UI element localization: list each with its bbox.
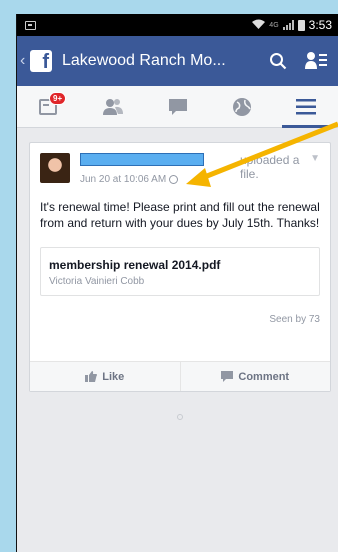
- tab-notifications[interactable]: 9+: [17, 86, 81, 127]
- menu-icon: [295, 98, 316, 114]
- seen-by-count[interactable]: Seen by 73: [30, 296, 330, 325]
- facebook-logo-icon[interactable]: f: [30, 50, 52, 72]
- comment-label: Comment: [238, 370, 290, 383]
- post-timestamp[interactable]: Jun 20 at 10:06 AM: [80, 174, 166, 185]
- search-icon[interactable]: [264, 47, 292, 75]
- clock: 3:53: [308, 18, 332, 32]
- messages-icon: [168, 98, 187, 115]
- phone-screen: 4G 3:53 ‹ f Lakewood Ranch Mo... 9+ uplo…: [16, 14, 338, 552]
- privacy-group-icon: [169, 175, 179, 184]
- like-button[interactable]: Like: [30, 362, 180, 391]
- post-actions: Like Comment: [30, 361, 330, 391]
- post-card: uploaded a file. Jun 20 at 10:06 AM ▼ It…: [29, 142, 331, 392]
- post-action-text: uploaded a file.: [240, 153, 300, 181]
- comment-button[interactable]: Comment: [179, 362, 331, 391]
- tab-friends[interactable]: [81, 86, 145, 127]
- signal-icon: [282, 20, 294, 30]
- notification-badge: 9+: [49, 92, 67, 105]
- post-header: uploaded a file. Jun 20 at 10:06 AM ▼: [30, 143, 330, 185]
- tab-messages[interactable]: [145, 86, 209, 127]
- member-list-icon[interactable]: [302, 47, 330, 75]
- loading-indicator: [177, 414, 183, 420]
- status-bar: 4G 3:53: [17, 14, 338, 36]
- screenshot-icon: [25, 20, 36, 30]
- network-type: 4G: [269, 21, 279, 29]
- attachment-author: Victoria Vainieri Cobb: [49, 276, 145, 287]
- like-label: Like: [102, 370, 125, 383]
- page-title: Lakewood Ranch Mo...: [62, 52, 226, 69]
- globe-icon: [232, 97, 251, 116]
- avatar[interactable]: [40, 153, 70, 183]
- comment-icon: [221, 371, 234, 382]
- post-options-chevron-down-icon[interactable]: ▼: [310, 153, 320, 164]
- redacted-author-name: [80, 153, 204, 166]
- battery-icon: [297, 19, 305, 31]
- friends-icon: [103, 98, 124, 115]
- wifi-icon: [252, 19, 266, 32]
- tab-bar: 9+: [17, 86, 338, 128]
- app-bar: ‹ f Lakewood Ranch Mo...: [17, 36, 338, 86]
- tab-globe[interactable]: [210, 86, 274, 127]
- attachment-title: membership renewal 2014.pdf: [49, 258, 221, 272]
- post-meta: uploaded a file. Jun 20 at 10:06 AM: [80, 153, 320, 185]
- thumbs-up-icon: [85, 371, 98, 382]
- file-attachment[interactable]: membership renewal 2014.pdf Victoria Vai…: [40, 247, 320, 296]
- post-body: It's renewal time! Please print and fill…: [40, 200, 320, 230]
- back-icon[interactable]: ‹: [20, 52, 30, 70]
- tab-menu[interactable]: [274, 86, 338, 128]
